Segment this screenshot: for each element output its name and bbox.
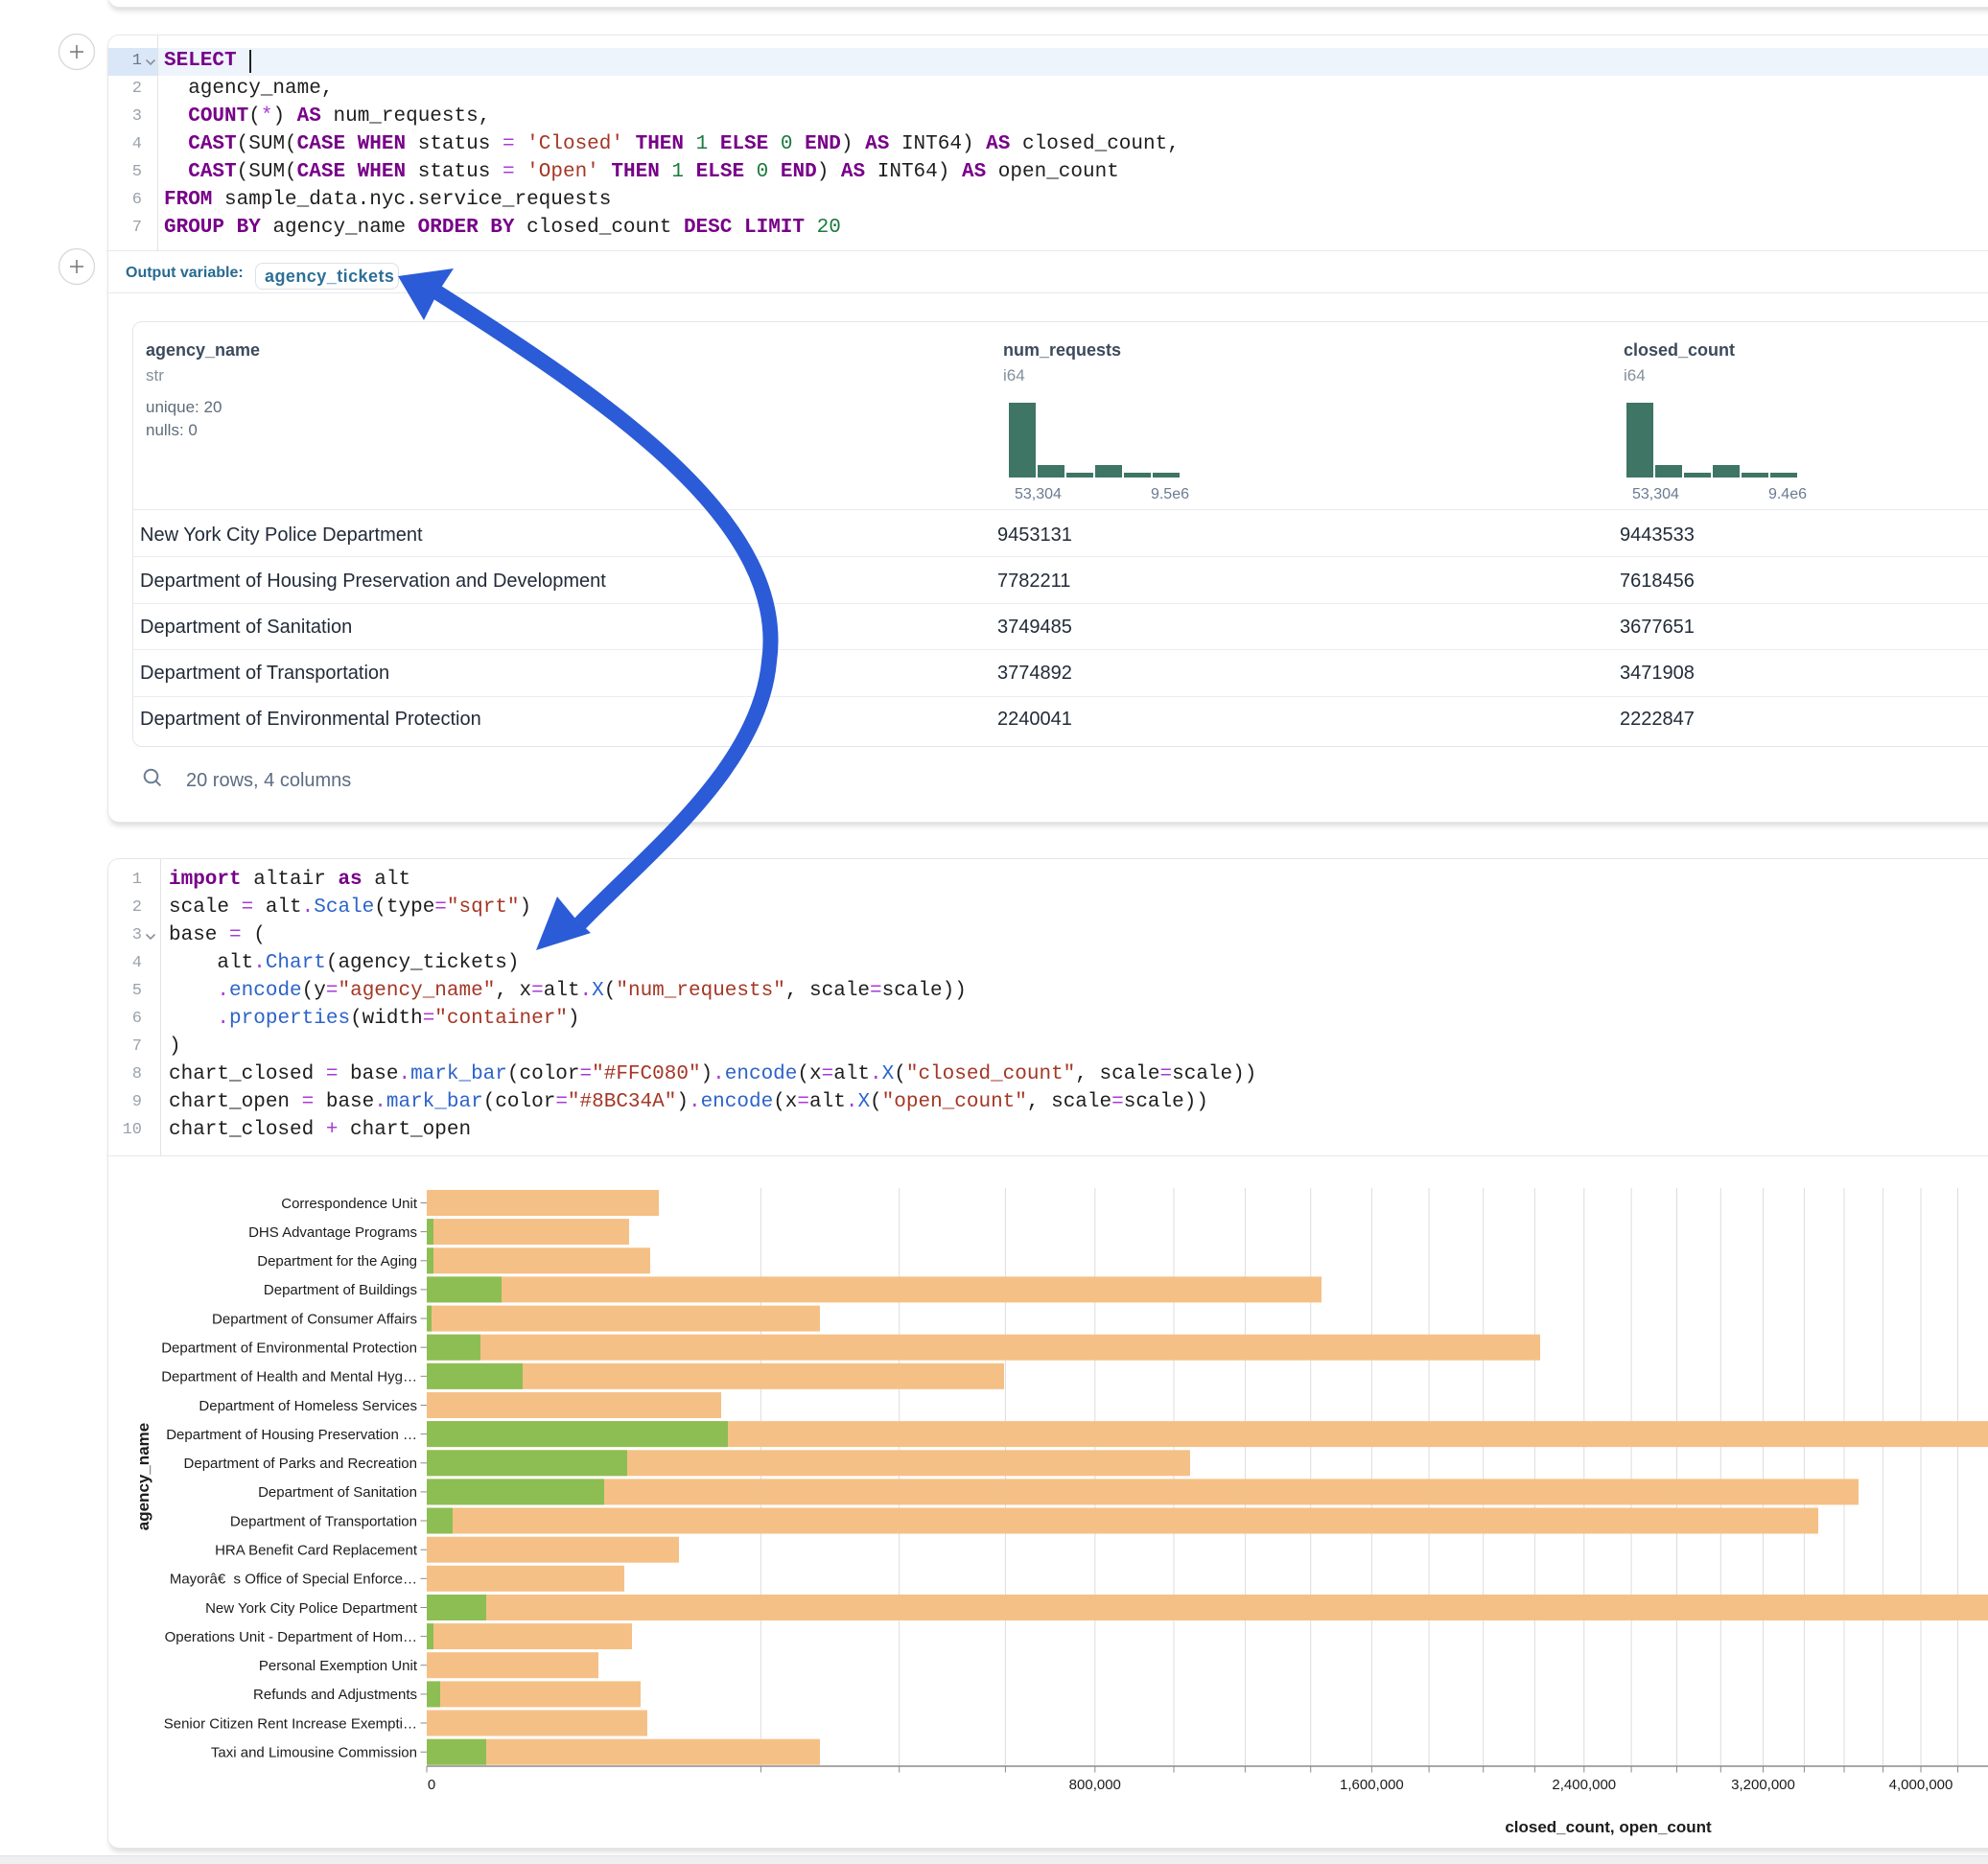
svg-text:Department of Parks and Recrea: Department of Parks and Recreation xyxy=(184,1456,417,1472)
svg-text:Taxi and Limousine Commission: Taxi and Limousine Commission xyxy=(211,1745,417,1761)
svg-text:Department of Consumer Affairs: Department of Consumer Affairs xyxy=(212,1311,417,1327)
svg-text:Department of Health and Menta: Department of Health and Mental Hyg… xyxy=(161,1369,417,1386)
svg-text:DHS Advantage Programs: DHS Advantage Programs xyxy=(248,1224,417,1241)
svg-text:Operations Unit - Department o: Operations Unit - Department of Hom… xyxy=(165,1629,417,1645)
svg-text:4,000,000: 4,000,000 xyxy=(1889,1777,1953,1793)
svg-text:3,200,000: 3,200,000 xyxy=(1731,1777,1795,1793)
svg-text:Department of Homeless Service: Department of Homeless Services xyxy=(199,1398,417,1414)
svg-text:closed_count, open_count: closed_count, open_count xyxy=(1505,1818,1712,1836)
svg-text:Department for the Aging: Department for the Aging xyxy=(257,1253,417,1270)
svg-text:0: 0 xyxy=(428,1777,435,1793)
svg-text:Senior Citizen Rent Increase E: Senior Citizen Rent Increase Exempti… xyxy=(164,1715,417,1732)
svg-text:New York City Police Departmen: New York City Police Department xyxy=(205,1600,418,1617)
svg-text:Mayorâ€ s Office of Special E: Mayorâ€ s Office of Special Enforce… xyxy=(170,1572,417,1588)
svg-text:1,600,000: 1,600,000 xyxy=(1340,1777,1404,1793)
svg-text:Department of Environmental Pr: Department of Environmental Protection xyxy=(161,1340,417,1357)
svg-text:Personal Exemption Unit: Personal Exemption Unit xyxy=(259,1658,418,1674)
svg-text:HRA Benefit Card Replacement: HRA Benefit Card Replacement xyxy=(215,1543,418,1559)
svg-text:Department of Transportation: Department of Transportation xyxy=(230,1513,417,1529)
svg-text:Department of Sanitation: Department of Sanitation xyxy=(258,1484,417,1501)
svg-text:800,000: 800,000 xyxy=(1069,1777,1121,1793)
svg-text:2,400,000: 2,400,000 xyxy=(1552,1777,1616,1793)
svg-text:Department of Housing Preserva: Department of Housing Preservation … xyxy=(166,1427,417,1443)
svg-text:Correspondence Unit: Correspondence Unit xyxy=(281,1196,418,1212)
svg-text:Department of Buildings: Department of Buildings xyxy=(264,1282,417,1298)
svg-text:agency_name: agency_name xyxy=(134,1423,152,1530)
svg-text:Refunds and Adjustments: Refunds and Adjustments xyxy=(253,1687,417,1703)
